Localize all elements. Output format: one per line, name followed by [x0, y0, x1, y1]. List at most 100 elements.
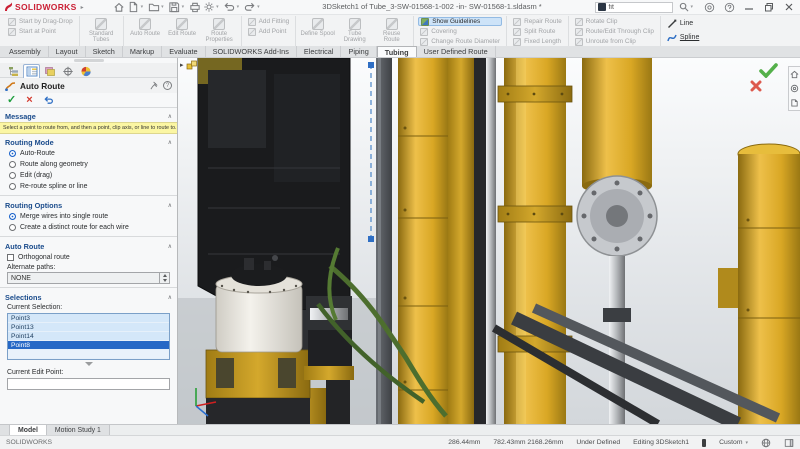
current-selection-list[interactable]: Point3 Point13 Point14 Point8	[7, 313, 170, 360]
ribbon-button-fixed-length[interactable]: Fixed Length	[511, 37, 564, 46]
tab-evaluate[interactable]: Evaluate	[162, 46, 205, 57]
undo-caret-icon[interactable]: ▾	[237, 4, 240, 10]
tab-sketch[interactable]: Sketch	[86, 46, 123, 57]
viewport-3d-scene[interactable]	[178, 58, 800, 424]
search-caret-icon[interactable]: ▾	[690, 4, 693, 10]
selections-section-header[interactable]: Selections ∧	[0, 291, 177, 303]
redo-icon[interactable]	[243, 1, 256, 13]
motion-study-tab[interactable]: Motion Study 1	[47, 425, 110, 435]
radio-re-route-spline-or-line[interactable]: Re-route spline or line	[0, 181, 177, 192]
tab-markup[interactable]: Markup	[123, 46, 162, 57]
ribbon-button-spline[interactable]: Spline	[665, 31, 701, 44]
checkbox-icon[interactable]	[7, 254, 14, 261]
open-caret-icon[interactable]: ▾	[161, 4, 164, 10]
model-tab[interactable]: Model	[10, 425, 47, 435]
ribbon-button-edit-route[interactable]: Edit Route	[165, 17, 200, 37]
routing-options-section-header[interactable]: Routing Options ∧	[0, 199, 177, 211]
ribbon-button-show-guidelines[interactable]: Show Guidelines	[418, 17, 502, 26]
ribbon-button-start-by-drag-drop[interactable]: Start by Drag-Drop	[6, 17, 75, 26]
ribbon-button-line[interactable]: Line	[665, 17, 701, 30]
ribbon-button-unroute-from-clip[interactable]: Unroute from Clip	[573, 37, 656, 46]
ribbon-button-tube-drawing[interactable]: Tube Drawing	[337, 17, 372, 44]
auto-route-section-header[interactable]: Auto Route ∧	[0, 240, 177, 252]
save-caret-icon[interactable]: ▾	[182, 4, 185, 10]
ok-button[interactable]: ✓	[7, 95, 16, 106]
file-explorer-icon[interactable]	[790, 98, 799, 107]
flyout-feature-manager[interactable]: ▸	[180, 60, 198, 70]
radio-icon[interactable]	[9, 150, 16, 157]
minimize-button[interactable]	[742, 1, 756, 13]
radio-icon[interactable]	[9, 213, 16, 220]
ribbon-button-route-edit-through-clip[interactable]: Route/Edit Through Clip	[573, 27, 656, 36]
list-resize-handle[interactable]	[85, 362, 93, 366]
radio-distinct-route[interactable]: Create a distinct route for each wire	[0, 222, 177, 233]
spin-down-icon[interactable]	[160, 278, 169, 283]
tab-user-defined-route[interactable]: User Defined Route	[417, 46, 496, 57]
feature-manager-tab[interactable]	[5, 64, 22, 78]
tab-piping[interactable]: Piping	[341, 46, 376, 57]
undo-icon[interactable]	[223, 1, 236, 13]
search-scope-icon[interactable]	[598, 3, 606, 11]
configuration-selector[interactable]: Custom ▾	[719, 439, 748, 446]
settings-icon[interactable]	[202, 1, 215, 13]
home-icon[interactable]	[113, 1, 126, 13]
radio-icon[interactable]	[9, 224, 16, 231]
configuration-manager-tab[interactable]	[41, 64, 58, 78]
routing-mode-section-header[interactable]: Routing Mode ∧	[0, 136, 177, 148]
ribbon-button-rotate-clip[interactable]: Rotate Clip	[573, 17, 656, 26]
display-manager-tab[interactable]	[77, 64, 94, 78]
close-button[interactable]	[782, 1, 796, 13]
radio-auto-route[interactable]: Auto-Route	[0, 148, 177, 159]
list-item-empty[interactable]	[8, 350, 169, 359]
radio-merge-wires[interactable]: Merge wires into single route	[0, 211, 177, 222]
units-globe-icon[interactable]	[761, 438, 771, 448]
radio-icon[interactable]	[9, 183, 16, 190]
options-icon[interactable]	[702, 1, 716, 13]
ribbon-button-start-at-point[interactable]: Start at Point	[6, 27, 75, 36]
radio-icon[interactable]	[9, 161, 16, 168]
ribbon-button-add-point[interactable]: Add Point	[246, 27, 292, 36]
graphics-viewport[interactable]: ▸	[178, 58, 800, 424]
confirmation-cancel-button[interactable]	[750, 80, 762, 92]
tab-assembly[interactable]: Assembly	[2, 46, 49, 57]
list-item[interactable]: Point3	[8, 314, 169, 323]
settings-caret-icon[interactable]: ▾	[216, 4, 219, 10]
spinner-buttons[interactable]	[159, 273, 169, 283]
ribbon-button-split-route[interactable]: Split Route	[511, 27, 564, 36]
property-manager-tab[interactable]	[23, 64, 40, 78]
list-item[interactable]: Point14	[8, 332, 169, 341]
pushpin-icon[interactable]	[150, 81, 159, 90]
ribbon-button-covering[interactable]: Covering	[418, 27, 502, 36]
tab-electrical[interactable]: Electrical	[297, 46, 342, 57]
tab-solidworks-add-ins[interactable]: SOLIDWORKS Add-Ins	[206, 46, 297, 57]
ribbon-button-route-properties[interactable]: Route Properties	[202, 17, 237, 44]
tab-layout[interactable]: Layout	[49, 46, 86, 57]
menu-flyout-arrow[interactable]: ▸	[81, 4, 84, 11]
undo-last-button[interactable]	[43, 95, 54, 105]
new-caret-icon[interactable]: ▾	[141, 4, 144, 10]
alternate-paths-spinner[interactable]: NONE	[7, 272, 170, 284]
list-item-selected[interactable]: Point8	[8, 341, 169, 350]
print-icon[interactable]	[188, 1, 201, 13]
ribbon-button-auto-route[interactable]: Auto Route	[128, 17, 163, 37]
radio-route-along-geometry[interactable]: Route along geometry	[0, 159, 177, 170]
ribbon-button-repair-route[interactable]: Repair Route	[511, 17, 564, 26]
model-tank[interactable]	[206, 255, 310, 424]
restore-button[interactable]	[762, 1, 776, 13]
command-search-box[interactable]	[595, 2, 673, 13]
tab-splitter-handle[interactable]	[0, 425, 10, 435]
pm-help-icon[interactable]: ?	[163, 81, 172, 90]
ribbon-button-reuse-route[interactable]: Reuse Route	[374, 17, 409, 44]
search-icon[interactable]: ▾	[679, 2, 696, 12]
open-icon[interactable]	[147, 1, 160, 13]
ribbon-button-change-route-diameter[interactable]: Change Route Diameter	[418, 37, 502, 46]
save-icon[interactable]	[168, 1, 181, 13]
checkbox-orthogonal-route[interactable]: Orthogonal route	[0, 252, 177, 263]
resources-home-icon[interactable]	[790, 70, 799, 79]
confirmation-ok-button[interactable]	[759, 63, 778, 78]
radio-edit-drag[interactable]: Edit (drag)	[0, 170, 177, 181]
current-edit-point-input[interactable]	[8, 379, 169, 389]
tab-tubing[interactable]: Tubing	[377, 46, 417, 57]
message-section-header[interactable]: Message ∧	[0, 110, 177, 122]
panel-splitter-grip[interactable]	[74, 59, 104, 62]
